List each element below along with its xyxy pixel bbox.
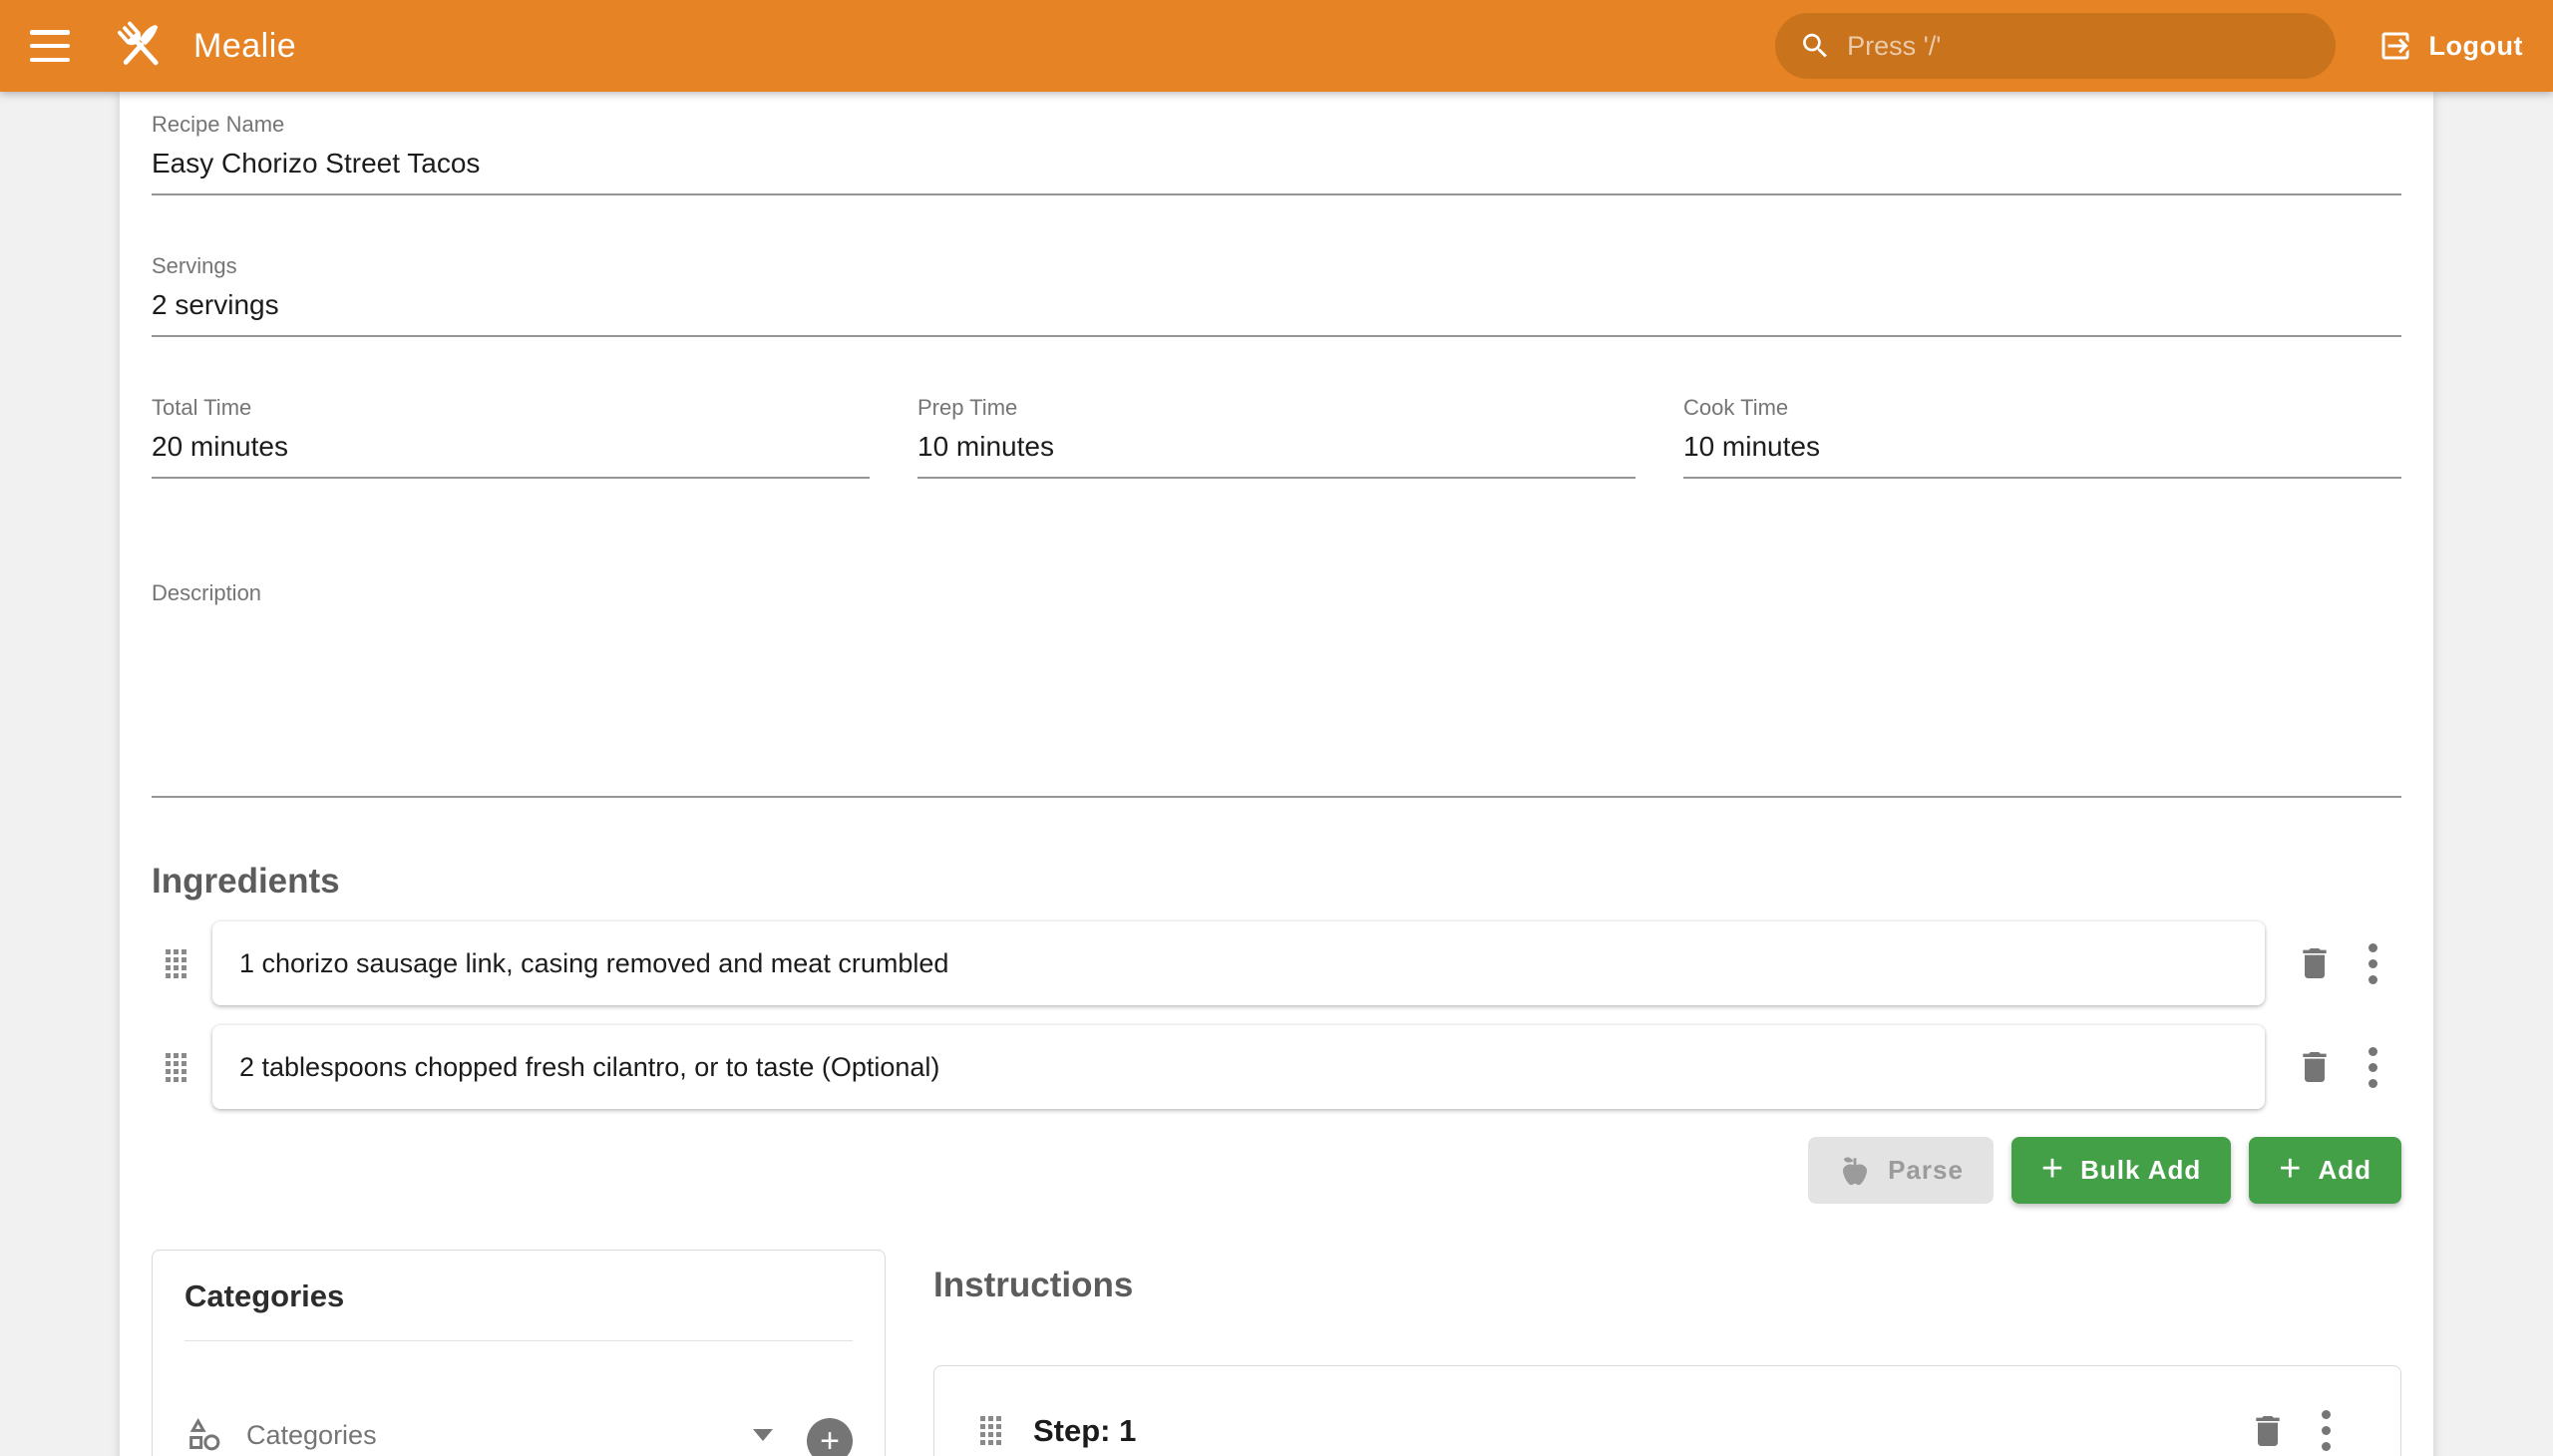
divider	[184, 1340, 853, 1341]
add-category-button[interactable]: +	[807, 1418, 853, 1456]
ingredient-input[interactable]: 1 chorizo sausage link, casing removed a…	[212, 921, 2265, 1005]
ingredient-row: 1 chorizo sausage link, casing removed a…	[152, 921, 2401, 1005]
total-time-field[interactable]: Total Time 20 minutes	[152, 395, 870, 479]
search-input[interactable]	[1847, 31, 2311, 62]
delete-ingredient-button[interactable]	[2295, 1047, 2335, 1087]
times-row: Total Time 20 minutes Prep Time 10 minut…	[152, 395, 2401, 479]
app-title: Mealie	[193, 27, 296, 66]
search-icon	[1799, 28, 1832, 64]
categories-select-row: Categories +	[184, 1415, 853, 1456]
categories-select[interactable]: Categories	[184, 1415, 781, 1456]
logout-button[interactable]: Logout	[2377, 28, 2523, 64]
recipe-name-label: Recipe Name	[152, 112, 2401, 138]
ingredient-input[interactable]: 2 tablespoons chopped fresh cilantro, or…	[212, 1025, 2265, 1109]
ingredient-actions: Parse + Bulk Add + Add	[152, 1137, 2401, 1204]
categories-card: Categories Categories +	[152, 1250, 886, 1456]
step-title: Step: 1	[1033, 1413, 1136, 1449]
drag-handle-icon[interactable]	[166, 949, 186, 978]
add-label: Add	[2318, 1155, 2371, 1186]
instructions-heading: Instructions	[933, 1266, 2401, 1305]
delete-step-button[interactable]	[2248, 1411, 2288, 1451]
categories-select-label: Categories	[246, 1420, 377, 1451]
servings-field[interactable]: Servings 2 servings	[152, 253, 2401, 337]
step-menu-button[interactable]	[2322, 1410, 2331, 1451]
bottom-section: Categories Categories + Instructio	[152, 1250, 2401, 1456]
trash-icon	[2248, 1411, 2288, 1451]
ingredient-menu-button[interactable]	[2369, 1047, 2377, 1088]
bulk-add-button[interactable]: + Bulk Add	[2011, 1137, 2231, 1204]
app-header: Mealie Logout	[0, 0, 2553, 92]
menu-icon[interactable]	[30, 30, 70, 62]
parse-button[interactable]: Parse	[1808, 1137, 1994, 1204]
logout-label: Logout	[2429, 31, 2523, 62]
categories-title: Categories	[184, 1278, 853, 1314]
step-card: Step: 1 Combine crumbled chorizo and chi…	[933, 1365, 2401, 1456]
prep-time-value[interactable]: 10 minutes	[917, 421, 1636, 479]
bulk-add-label: Bulk Add	[2080, 1155, 2201, 1186]
step-header: Step: 1	[980, 1410, 2355, 1451]
logout-icon	[2377, 28, 2413, 64]
chevron-down-icon	[753, 1429, 773, 1441]
apple-icon	[1838, 1154, 1872, 1188]
drag-handle-icon[interactable]	[166, 1053, 186, 1082]
cook-time-field[interactable]: Cook Time 10 minutes	[1683, 395, 2401, 479]
drag-handle-icon[interactable]	[980, 1416, 1001, 1445]
trash-icon	[2295, 943, 2335, 983]
delete-ingredient-button[interactable]	[2295, 943, 2335, 983]
prep-time-label: Prep Time	[917, 395, 1636, 421]
total-time-label: Total Time	[152, 395, 870, 421]
plus-icon: +	[820, 1422, 840, 1456]
recipe-name-field[interactable]: Recipe Name Easy Chorizo Street Tacos	[152, 112, 2401, 195]
ingredient-menu-button[interactable]	[2369, 943, 2377, 984]
ingredient-row: 2 tablespoons chopped fresh cilantro, or…	[152, 1025, 2401, 1109]
description-label: Description	[152, 580, 2401, 606]
servings-label: Servings	[152, 253, 2401, 279]
search-bar[interactable]	[1775, 13, 2336, 79]
instructions-section: Instructions Step: 1 Combine crumbled ch…	[933, 1250, 2401, 1456]
recipe-editor-card: Recipe Name Easy Chorizo Street Tacos Se…	[120, 92, 2433, 1456]
mealie-logo-icon	[110, 15, 172, 77]
recipe-name-value[interactable]: Easy Chorizo Street Tacos	[152, 138, 2401, 195]
parse-label: Parse	[1888, 1155, 1964, 1186]
cook-time-value[interactable]: 10 minutes	[1683, 421, 2401, 479]
description-textarea[interactable]	[152, 606, 2401, 798]
cook-time-label: Cook Time	[1683, 395, 2401, 421]
trash-icon	[2295, 1047, 2335, 1087]
add-ingredient-button[interactable]: + Add	[2249, 1137, 2401, 1204]
prep-time-field[interactable]: Prep Time 10 minutes	[917, 395, 1636, 479]
description-field[interactable]: Description	[152, 580, 2401, 798]
total-time-value[interactable]: 20 minutes	[152, 421, 870, 479]
ingredients-heading: Ingredients	[152, 862, 2401, 902]
servings-value[interactable]: 2 servings	[152, 279, 2401, 337]
shapes-icon	[184, 1415, 224, 1455]
